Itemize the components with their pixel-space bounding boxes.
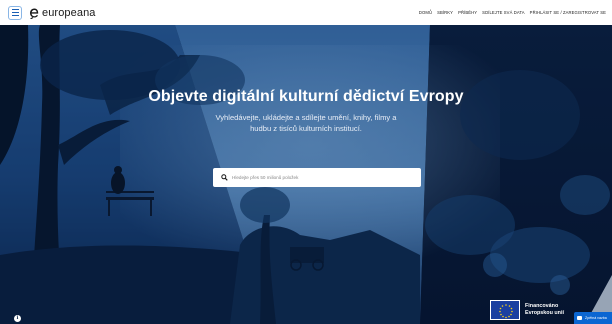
hero-banner: Objevte digitální kulturní dědictví Evro… — [0, 25, 612, 324]
hero-title: Objevte digitální kulturní dědictví Evro… — [148, 88, 464, 105]
eu-line-2: Evropskou unií — [525, 310, 564, 316]
eu-funding-notice: Financováno Evropskou unií — [490, 296, 580, 324]
eu-stars — [499, 304, 513, 319]
eu-funding-text: Financováno Evropskou unií — [525, 303, 564, 317]
menu-line — [11, 9, 19, 11]
search-bar[interactable] — [213, 168, 421, 187]
logo-text: europeana — [42, 6, 96, 19]
eu-line-1: Financováno — [525, 303, 559, 309]
eu-flag-icon — [490, 300, 520, 320]
info-icon[interactable]: i — [14, 315, 21, 322]
main-nav: DOMŮ SBÍRKY PŘÍBĚHY SDÍLEJTE SVÁ DATA PŘ… — [419, 0, 606, 25]
chat-icon — [577, 316, 582, 320]
search-input[interactable] — [232, 175, 412, 180]
feedback-button[interactable]: Zpětná vazba — [574, 312, 612, 324]
nav-stories[interactable]: PŘÍBĚHY — [458, 10, 477, 15]
nav-login-register[interactable]: PŘIHLÁSIT SE / ZAREGISTROVAT SE — [530, 10, 606, 15]
menu-line — [11, 14, 19, 16]
europeana-logo-icon — [30, 8, 39, 19]
top-navigation-bar: europeana DOMŮ SBÍRKY PŘÍBĚHY SDÍLEJTE S… — [0, 0, 612, 25]
nav-home[interactable]: DOMŮ — [419, 10, 432, 15]
nav-share-data[interactable]: SDÍLEJTE SVÁ DATA — [482, 10, 525, 15]
hamburger-menu-button[interactable] — [8, 5, 22, 20]
search-icon — [221, 174, 228, 181]
nav-collections[interactable]: SBÍRKY — [437, 10, 453, 15]
menu-line — [11, 11, 19, 14]
hero-subtitle: Vyhledávejte, ukládejte a sdílejte umění… — [215, 113, 397, 133]
feedback-label: Zpětná vazba — [585, 316, 607, 320]
europeana-logo[interactable]: europeana — [28, 7, 96, 19]
